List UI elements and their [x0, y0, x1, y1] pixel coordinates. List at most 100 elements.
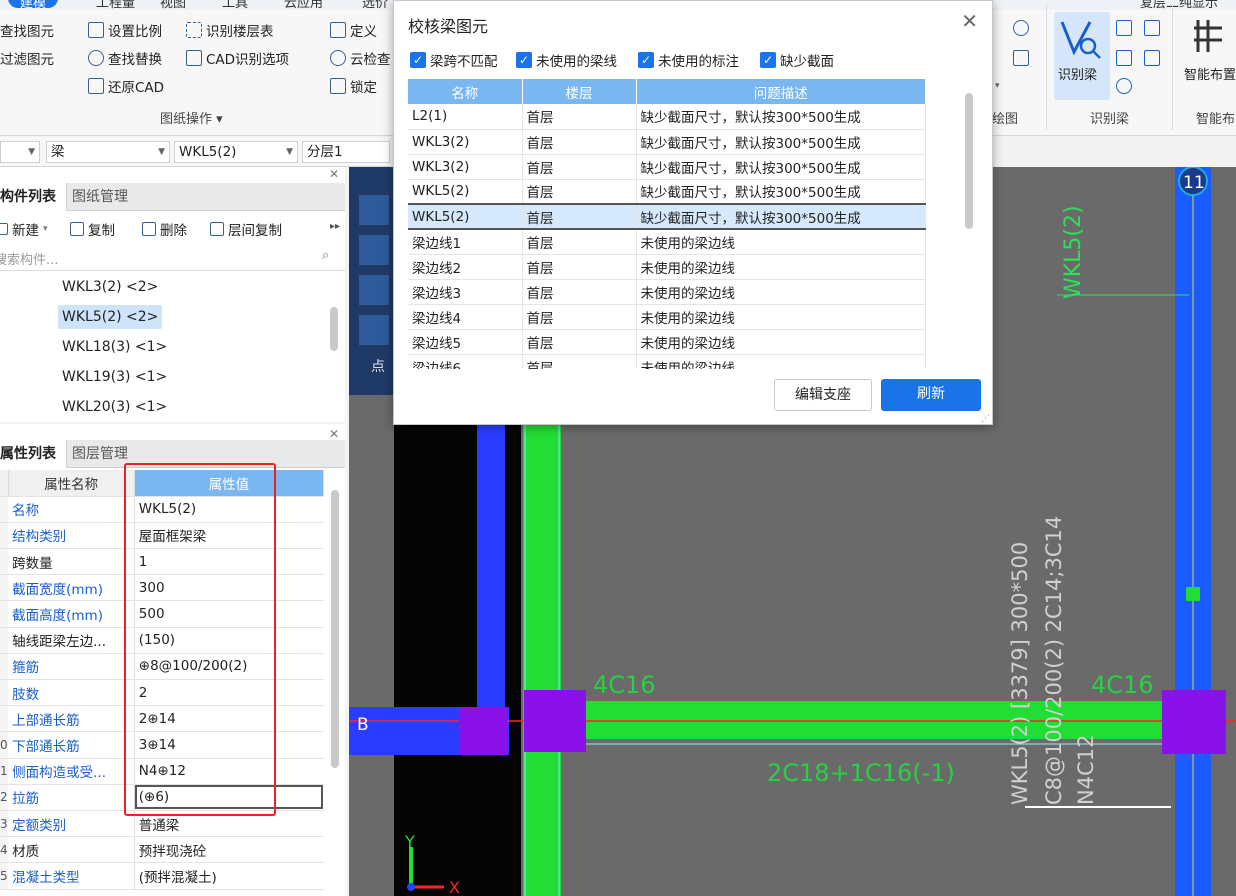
tab-property-list[interactable]: 属性列表 [0, 440, 67, 468]
small-tool-icon-1[interactable] [1116, 20, 1132, 36]
component-search[interactable]: 搜索构件... ⌕ [0, 245, 345, 271]
axis-label-b: B [357, 715, 369, 735]
component-item[interactable]: WKL3(2) <2> [58, 275, 162, 299]
checkbox-span-mismatch[interactable]: ✓ 梁跨不匹配 [410, 50, 498, 70]
rebar-label-right: 4C16 [1091, 671, 1154, 699]
menu-modeling[interactable]: 建模 [8, 0, 59, 10]
component-select[interactable]: WKL5(2) ▼ [174, 141, 298, 163]
copy-component-button[interactable]: 复制 [70, 217, 115, 241]
cad-options-button[interactable]: CAD识别选项 [186, 46, 289, 70]
lock-icon [330, 78, 346, 94]
checkbox-unused-annotation[interactable]: ✓ 未使用的标注 [638, 50, 739, 70]
group-drawing-ops[interactable]: 图纸操作 ▾ [160, 108, 223, 127]
component-item[interactable]: WKL19(3) <1> [58, 365, 171, 389]
beam-green-horizontal[interactable] [523, 701, 1173, 739]
menu-tools[interactable]: 工具 [222, 0, 248, 10]
component-item[interactable]: WKL5(2) <2> [58, 305, 163, 329]
identify-beam-button[interactable]: 识别梁 [1054, 12, 1110, 100]
small-tool-icon-2[interactable] [1144, 20, 1160, 36]
check-icon: ✓ [638, 52, 654, 68]
column[interactable] [1162, 690, 1226, 754]
property-index: 1 [0, 758, 9, 785]
issue-row[interactable]: WKL3(2) 首层 缺少截面尺寸，默认按300*500生成 [408, 154, 926, 180]
refresh-button[interactable]: 刷新 [881, 379, 981, 411]
issue-floor: 首层 [522, 254, 637, 280]
component-scrollbar[interactable] [329, 307, 339, 367]
issue-row[interactable]: 梁边线2 首层 未使用的梁边线 [408, 254, 926, 280]
grip-point[interactable] [1186, 587, 1200, 601]
close-icon[interactable]: ✕ [961, 9, 978, 33]
delete-component-button[interactable]: 删除 [142, 217, 187, 241]
column[interactable] [524, 690, 586, 752]
restore-cad-button[interactable]: 还原CAD [88, 74, 164, 98]
clock-icon[interactable] [1013, 20, 1029, 36]
issue-name: WKL5(2) [408, 203, 523, 230]
small-tool-icon-4[interactable] [1144, 50, 1160, 66]
property-name: 定额类别 [8, 810, 135, 838]
rect-draw-icon[interactable] [1013, 50, 1029, 66]
property-row[interactable]: 5 混凝土类型 (预拌混凝土) [0, 862, 324, 890]
property-row[interactable]: 4 材质 预拌现浇砼 [0, 836, 324, 864]
identify-floor-table-button[interactable]: 识别楼层表 [186, 18, 274, 42]
issue-desc: 未使用的梁边线 [636, 254, 926, 280]
issue-row[interactable]: WKL3(2) 首层 缺少截面尺寸，默认按300*500生成 [408, 129, 926, 155]
small-tool-icon-3[interactable] [1116, 50, 1132, 66]
find-element-button[interactable]: 查找图元 [0, 18, 54, 42]
issue-scrollbar[interactable] [964, 93, 974, 233]
tab-component-list[interactable]: 构件列表 [0, 183, 67, 211]
issue-desc: 缺少截面尺寸，默认按300*500生成 [636, 129, 926, 155]
resize-grip-icon[interactable]: ⋰ [981, 414, 990, 424]
beam-green-vertical[interactable] [523, 395, 561, 896]
underlay-button [359, 235, 389, 265]
issue-row[interactable]: WKL5(2) 首层 缺少截面尺寸，默认按300*500生成 [408, 203, 926, 230]
lock-button[interactable]: 锁定 [330, 74, 377, 98]
type-select[interactable]: 梁 ▼ [46, 141, 170, 163]
checkbox-unused-beam-line[interactable]: ✓ 未使用的梁线 [516, 50, 617, 70]
issue-name: WKL3(2) [408, 129, 523, 155]
issue-row[interactable]: 梁边线4 首层 未使用的梁边线 [408, 304, 926, 330]
edit-support-button[interactable]: 编辑支座 [774, 379, 872, 411]
issue-name: 梁边线6 [408, 354, 523, 369]
menu-select[interactable]: 选价 [362, 0, 388, 10]
issue-row[interactable]: 梁边线5 首层 未使用的梁边线 [408, 329, 926, 355]
layer-select[interactable]: ▼ [0, 141, 40, 163]
issue-floor: 首层 [522, 279, 637, 305]
tab-drawing-manage[interactable]: 图纸管理 [62, 183, 138, 211]
issue-row[interactable]: WKL5(2) 首层 缺少截面尺寸，默认按300*500生成 [408, 179, 926, 205]
beam-identify-icon [1060, 21, 1101, 59]
issue-row[interactable]: 梁边线6 首层 未使用的梁边线 [408, 354, 926, 369]
smart-layout-button[interactable]: 智能布置 [1182, 12, 1236, 100]
issue-row[interactable]: L2(1) 首层 缺少截面尺寸，默认按300*500生成 [408, 104, 926, 130]
issue-floor: 首层 [522, 304, 637, 330]
define-button[interactable]: 定义 [330, 18, 377, 42]
cloud-check-button[interactable]: 云检查 [330, 46, 391, 70]
dropdown-arrow-icon[interactable]: ▾ [995, 81, 1000, 91]
menu-view[interactable]: 视图 [160, 0, 186, 10]
issue-row[interactable]: 梁边线1 首层 未使用的梁边线 [408, 229, 926, 255]
property-value[interactable]: 预拌现浇砼 [134, 836, 324, 864]
beam-label-vertical: WKL5(2) [1061, 205, 1086, 299]
sublayer-select[interactable]: 分层1 [302, 141, 390, 163]
checkbox-missing-section[interactable]: ✓ 缺少截面 [760, 50, 834, 70]
issue-row[interactable]: 梁边线3 首层 未使用的梁边线 [408, 279, 926, 305]
column[interactable] [459, 707, 507, 755]
component-item[interactable]: WKL20(3) <1> [58, 395, 171, 419]
menu-cloud[interactable]: 云应用 [284, 0, 323, 10]
set-scale-button[interactable]: 设置比例 [88, 18, 162, 42]
small-tool-icon-5[interactable] [1116, 78, 1132, 94]
close-icon[interactable]: ✕ [329, 167, 339, 181]
new-component-button[interactable]: 新建 ▾ [0, 217, 48, 241]
floor-copy-button[interactable]: 层间复制 [210, 217, 282, 241]
property-value[interactable]: (预拌混凝土) [134, 862, 324, 890]
more-icon[interactable]: ▸▸ [330, 221, 340, 232]
beam-blue-vertical-left[interactable] [477, 395, 505, 725]
find-replace-button[interactable]: 查找替换 [88, 46, 162, 70]
close-icon[interactable]: ✕ [329, 427, 339, 441]
property-scrollbar[interactable] [330, 490, 340, 770]
scale-icon [88, 22, 104, 38]
property-index [0, 496, 9, 523]
component-item[interactable]: WKL18(3) <1> [58, 335, 171, 359]
menu-quantity[interactable]: 工程量 [96, 0, 135, 10]
filter-element-button[interactable]: 过滤图元 [0, 46, 54, 70]
search-icon: ⌕ [322, 248, 330, 263]
